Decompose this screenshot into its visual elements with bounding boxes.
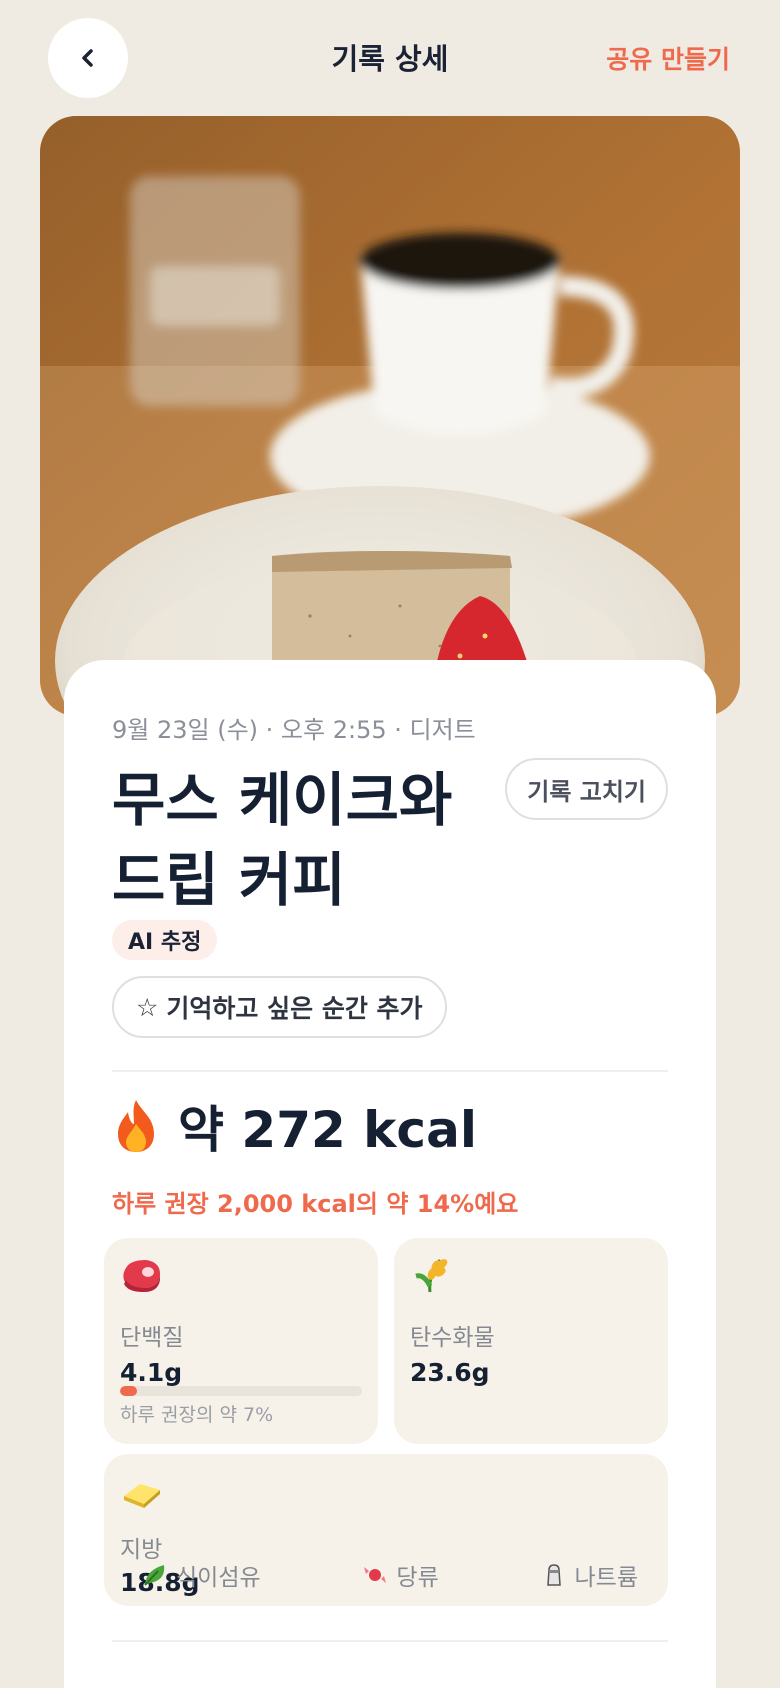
- back-button[interactable]: [48, 18, 128, 98]
- nutrient-name: 단백질: [120, 1325, 184, 1351]
- divider: [112, 1070, 668, 1072]
- fire-icon: [118, 1100, 154, 1152]
- entry-card: 9월 23일 (수) · 오후 2:55 · 디저트 무스 케이크와 드립 커피…: [64, 660, 716, 1688]
- share-button[interactable]: 공유 만들기: [606, 40, 730, 76]
- nutrient-sugar-label: 당류: [396, 1565, 439, 1591]
- calorie-value: 약 272 kcal: [178, 1101, 477, 1159]
- nutrient-sodium-label: 나트륨: [574, 1565, 638, 1591]
- nutrient-progress-bar: [120, 1386, 362, 1396]
- nutrient-card-carbs[interactable]: 탄수화물 23.6g: [394, 1238, 668, 1444]
- butter-icon: [124, 1484, 160, 1508]
- add-memory-label: 기억하고 싶은 순간 추가: [166, 994, 423, 1023]
- divider: [112, 1640, 668, 1642]
- more-nutrients-row: 식이섬유 당류 나트륨: [112, 1558, 668, 1592]
- nutrient-value: 4.1g: [120, 1358, 183, 1387]
- calorie-daily-ratio: 하루 권장 2,000 kcal의 약 14%예요: [112, 1190, 519, 1218]
- nutrient-daily-note: 하루 권장의 약 7%: [120, 1404, 274, 1426]
- nutrient-value: 23.6g: [410, 1358, 490, 1387]
- nutrient-fiber[interactable]: 식이섬유: [142, 1558, 261, 1592]
- salt-shaker-icon: [546, 1564, 561, 1586]
- entry-meta: 9월 23일 (수) · 오후 2:55 · 디저트: [112, 716, 476, 744]
- nutrient-progress-fill: [120, 1386, 137, 1396]
- nutrient-fiber-label: 식이섬유: [176, 1565, 261, 1591]
- leaf-icon: [144, 1565, 165, 1586]
- candy-icon: [364, 1567, 387, 1583]
- calorie-summary: 약 272 kcal: [112, 1090, 477, 1162]
- rice-icon: [415, 1259, 448, 1293]
- chevron-left-icon: [82, 49, 93, 67]
- food-photo[interactable]: [40, 116, 740, 716]
- nutrient-name: 탄수화물: [410, 1325, 495, 1351]
- add-memory-button[interactable]: ☆ 기억하고 싶은 순간 추가: [112, 976, 447, 1038]
- edit-record-button[interactable]: 기록 고치기: [505, 758, 668, 820]
- meat-icon: [123, 1260, 160, 1292]
- nutrient-sodium[interactable]: 나트륨: [541, 1558, 638, 1592]
- ai-estimate-badge: AI 추정: [112, 920, 218, 960]
- nutrient-card-protein[interactable]: 단백질 4.1g 하루 권장의 약 7%: [104, 1238, 378, 1444]
- nutrient-sugar[interactable]: 당류: [362, 1558, 439, 1592]
- star-icon: ☆: [136, 992, 159, 1022]
- food-title: 무스 케이크와 드립 커피: [112, 766, 453, 914]
